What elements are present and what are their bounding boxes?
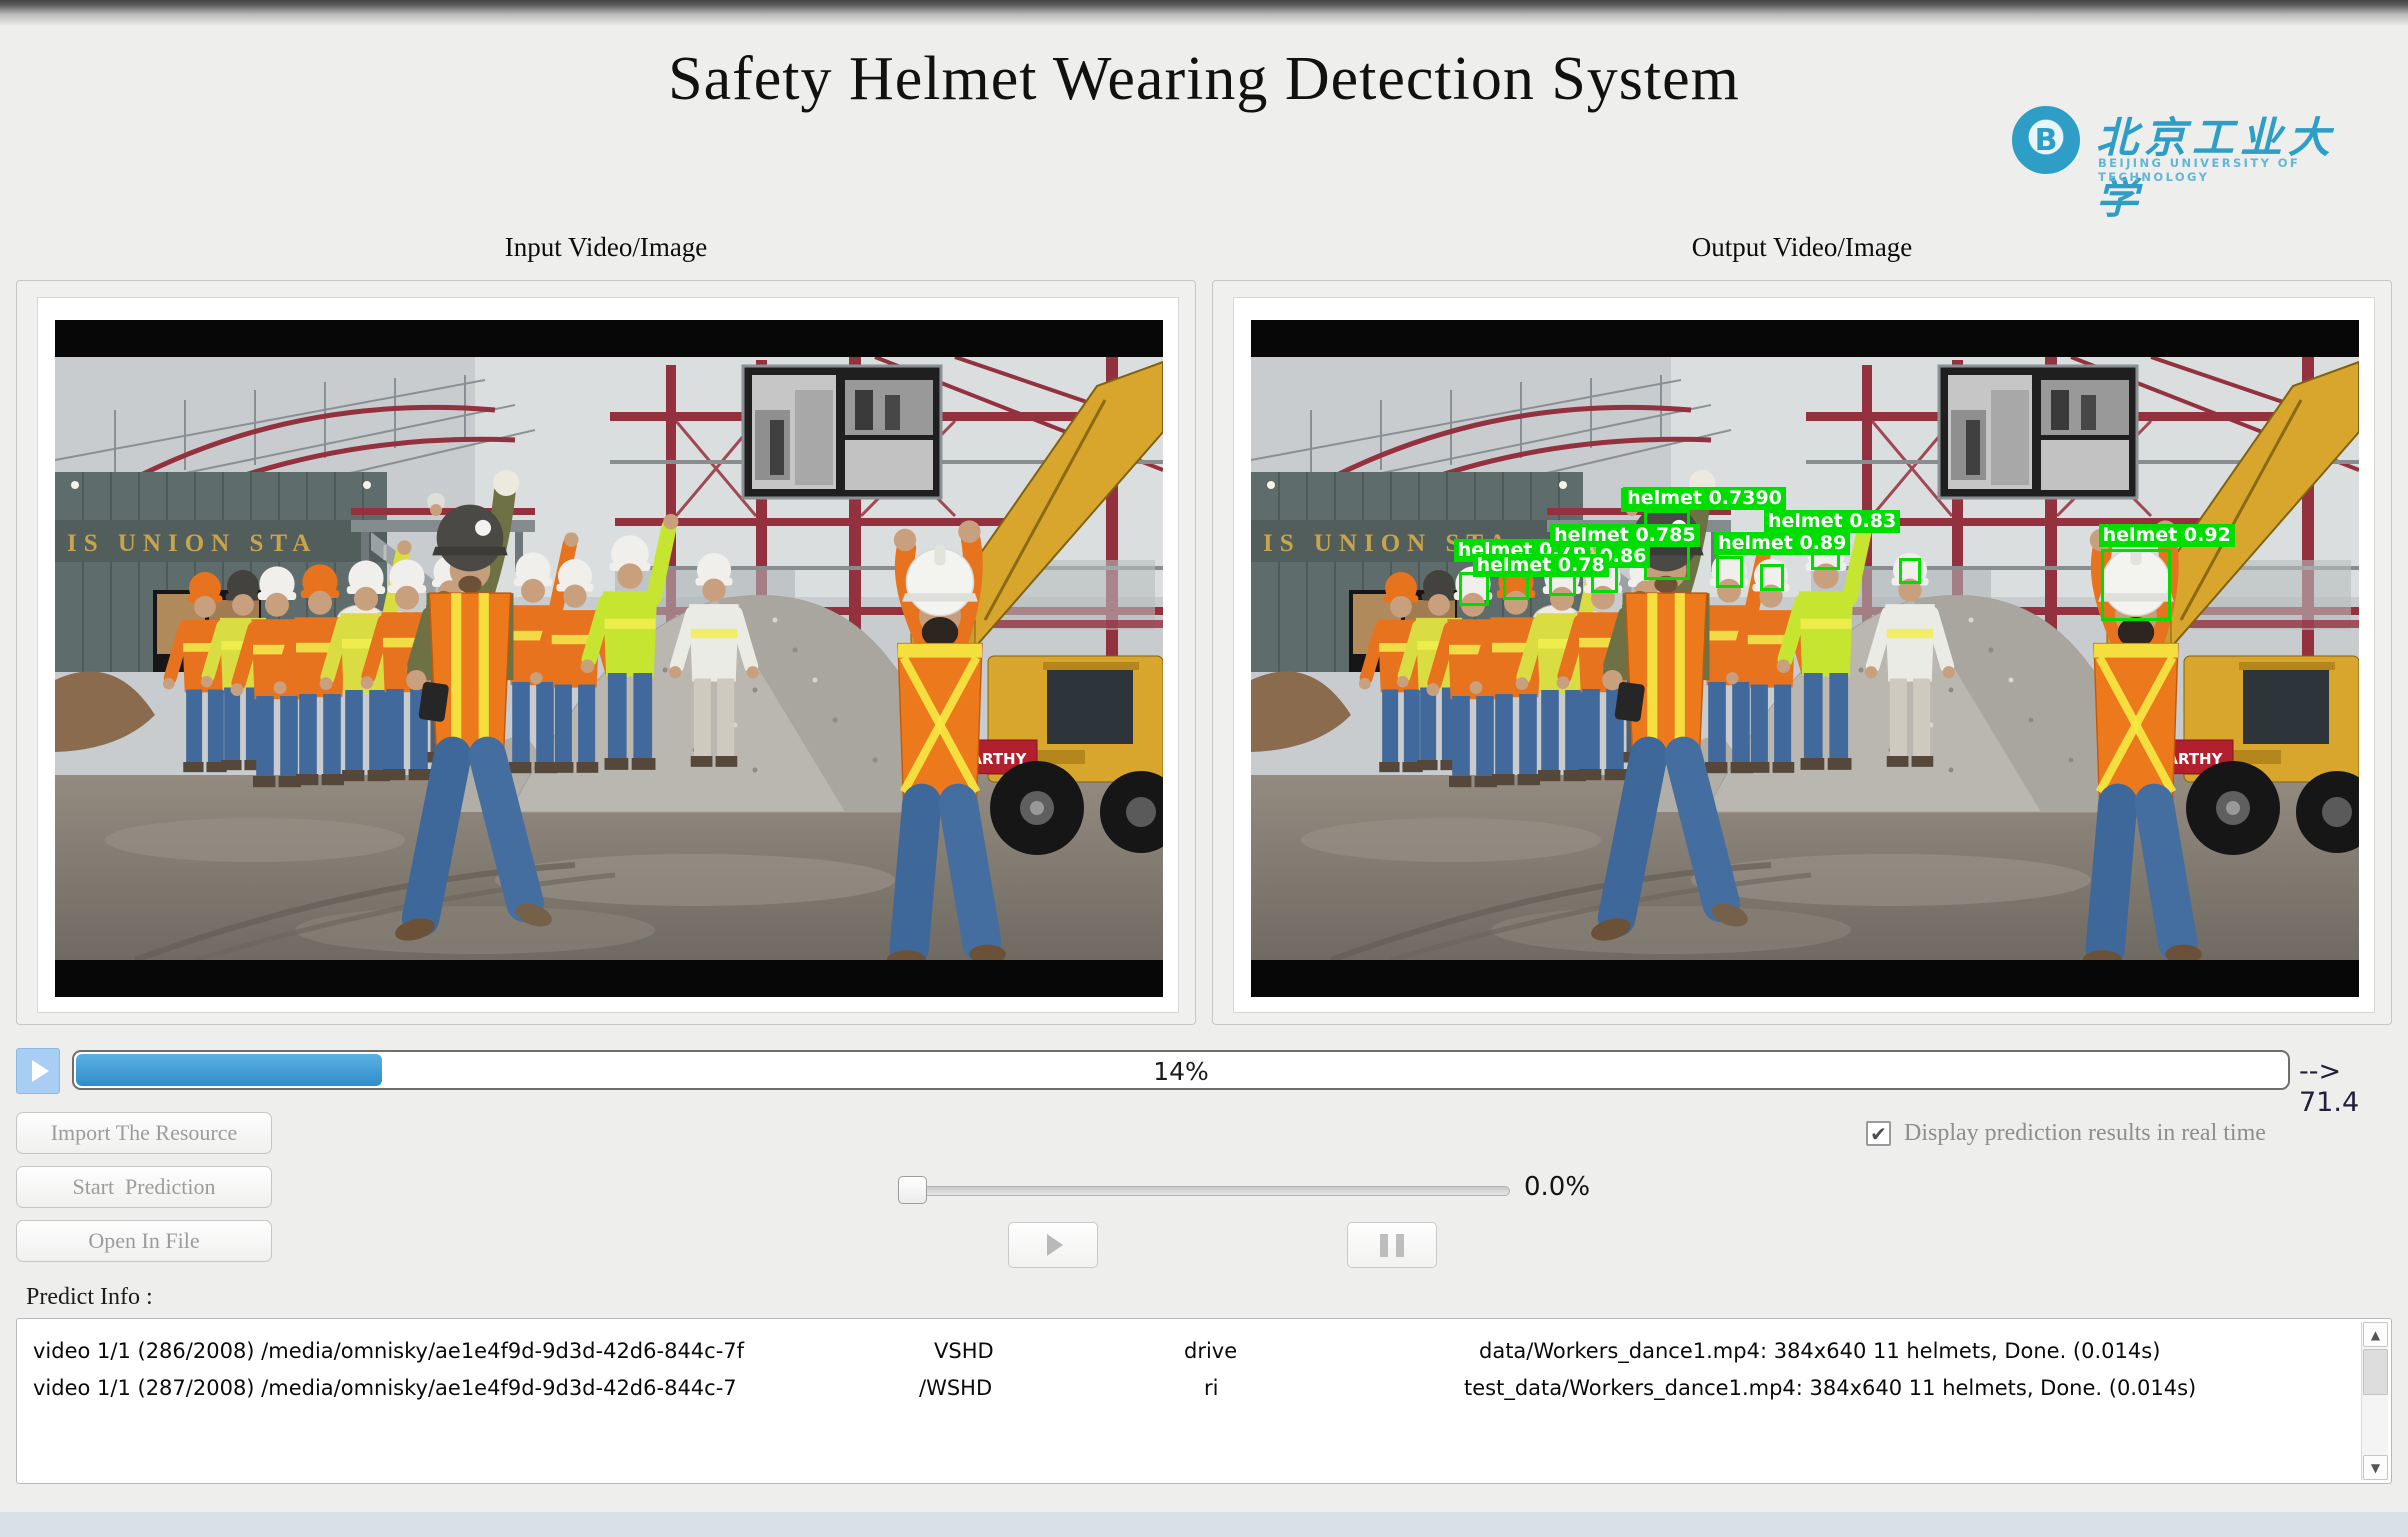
input-video-scene bbox=[55, 320, 1163, 997]
university-name-en: BEIJING UNIVERSITY OF TECHNOLOGY bbox=[2098, 156, 2357, 184]
detection-box bbox=[1760, 564, 1784, 592]
detection-label: helmet 0.89 bbox=[1714, 532, 1850, 555]
detection-label: helmet 0.92 bbox=[2099, 524, 2235, 547]
video-position-slider[interactable] bbox=[900, 1186, 1510, 1196]
input-video-frame bbox=[37, 297, 1179, 1013]
predict-info-label: Predict Info : bbox=[26, 1284, 153, 1311]
output-video: helmet 0.760.86helmet 0.785helmet 0.78he… bbox=[1251, 320, 2359, 997]
play-icon bbox=[32, 1060, 49, 1082]
input-panel-label: Input Video/Image bbox=[16, 232, 1196, 263]
window-top-border bbox=[0, 0, 2408, 26]
university-badge-icon: B bbox=[2012, 106, 2080, 174]
detection-label: helmet 0.785 bbox=[1550, 524, 1699, 547]
realtime-checkbox[interactable]: ✔ bbox=[1866, 1121, 1891, 1146]
fps-readout: --> 71.4 bbox=[2299, 1056, 2408, 1118]
detection-box bbox=[1716, 556, 1743, 588]
detection-label: helmet 0.78 bbox=[1473, 554, 1609, 577]
input-video-panel bbox=[16, 280, 1196, 1025]
window-bottom-border bbox=[0, 1512, 2408, 1537]
start-prediction-button[interactable]: Start Prediction bbox=[16, 1166, 272, 1208]
detection-overlay: helmet 0.760.86helmet 0.785helmet 0.78he… bbox=[1251, 320, 2359, 997]
output-video-panel: helmet 0.760.86helmet 0.785helmet 0.78he… bbox=[1212, 280, 2392, 1025]
slider-value: 0.0% bbox=[1524, 1172, 1590, 1202]
pause-icon bbox=[1380, 1234, 1388, 1257]
input-video bbox=[55, 320, 1163, 997]
detection-box bbox=[2101, 549, 2171, 621]
realtime-checkbox-label: Display prediction results in real time bbox=[1904, 1120, 2266, 1147]
detection-box bbox=[1899, 558, 1921, 584]
progress-value: 14% bbox=[74, 1057, 2288, 1086]
app-window: { "app": { "title": "Safety Helmet Weari… bbox=[0, 0, 2408, 1537]
play-icon bbox=[1047, 1234, 1063, 1256]
play-stream-button[interactable] bbox=[16, 1048, 60, 1094]
detection-label: helmet 0.83 bbox=[1764, 510, 1900, 533]
log-line: video 1/1 (287/2008) /media/omnisky/ae1e… bbox=[17, 1376, 2391, 1406]
progress-bar: 14% bbox=[72, 1050, 2290, 1090]
output-video-frame: helmet 0.760.86helmet 0.785helmet 0.78he… bbox=[1233, 297, 2375, 1013]
open-in-file-button[interactable]: Open In File bbox=[16, 1220, 272, 1262]
output-panel-label: Output Video/Image bbox=[1212, 232, 2392, 263]
resume-button[interactable] bbox=[1008, 1222, 1098, 1268]
slider-handle[interactable] bbox=[898, 1176, 927, 1204]
detection-box bbox=[1459, 572, 1489, 606]
predict-log[interactable]: ▲ ▼ video 1/1 (286/2008) /media/omnisky/… bbox=[16, 1318, 2392, 1484]
pause-button[interactable] bbox=[1347, 1222, 1437, 1268]
check-icon: ✔ bbox=[1870, 1122, 1887, 1146]
realtime-display-option: ✔ Display prediction results in real tim… bbox=[1866, 1120, 2266, 1147]
import-resource-button[interactable]: Import The Resource bbox=[16, 1112, 272, 1154]
university-logo: B 北京工业大学 BEIJING UNIVERSITY OF TECHNOLOG… bbox=[2012, 104, 2357, 184]
pause-icon bbox=[1396, 1234, 1404, 1257]
scroll-down-icon[interactable]: ▼ bbox=[2363, 1455, 2388, 1480]
detection-label: helmet 0.7390 bbox=[1623, 487, 1786, 510]
log-line: video 1/1 (286/2008) /media/omnisky/ae1e… bbox=[17, 1339, 2391, 1369]
